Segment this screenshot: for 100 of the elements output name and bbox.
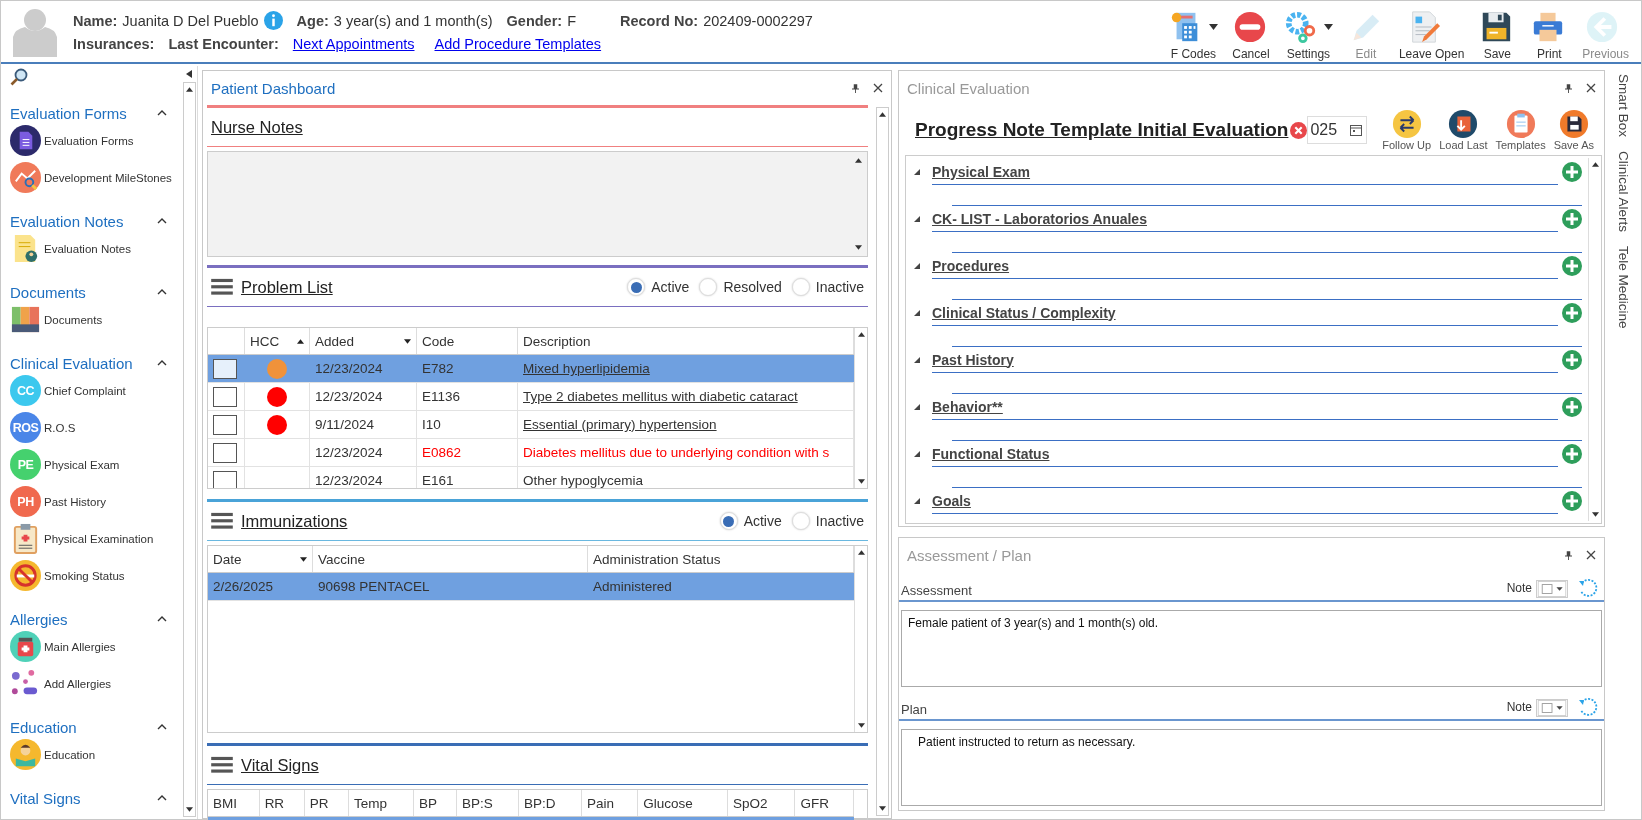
- close-icon[interactable]: [1586, 83, 1596, 93]
- toolbar-button[interactable]: Print: [1524, 9, 1575, 61]
- chevron-icon[interactable]: [157, 218, 167, 224]
- radio-option[interactable]: Resolved: [699, 278, 782, 296]
- action-button[interactable]: Load Last: [1437, 109, 1490, 151]
- link[interactable]: Mixed hyperlipidemia: [517, 354, 854, 383]
- scrollbar[interactable]: [854, 546, 867, 732]
- sidebar-item[interactable]: Evaluation Notes: [10, 230, 181, 267]
- expand-triangle-icon[interactable]: [914, 451, 920, 457]
- column-header[interactable]: HCC: [244, 328, 310, 355]
- checkbox[interactable]: [213, 470, 237, 488]
- radio-circle[interactable]: [791, 512, 810, 530]
- add-icon[interactable]: [1562, 491, 1582, 511]
- info-icon[interactable]: [263, 11, 283, 30]
- close-icon[interactable]: [873, 83, 883, 93]
- down-arrow-icon[interactable]: [185, 807, 193, 812]
- column-header[interactable]: Date: [208, 546, 313, 573]
- section-title[interactable]: Behavior**: [932, 398, 1003, 415]
- up-arrow-icon[interactable]: [1591, 162, 1599, 167]
- expand-triangle-icon[interactable]: [914, 216, 920, 222]
- caret-icon[interactable]: [404, 338, 411, 344]
- column-header[interactable]: BP:S: [456, 790, 519, 817]
- sidebar-item[interactable]: Education: [10, 736, 181, 773]
- chevron-icon[interactable]: [157, 360, 167, 366]
- refresh-icon[interactable]: [1578, 697, 1598, 717]
- down-arrow-icon[interactable]: [879, 806, 886, 811]
- up-arrow-icon[interactable]: [857, 332, 865, 337]
- section-title[interactable]: Clinical Status / Complexity: [932, 304, 1116, 321]
- checkbox[interactable]: [213, 442, 237, 463]
- caret-icon[interactable]: [1208, 23, 1218, 30]
- column-header[interactable]: Vaccine: [312, 546, 588, 573]
- table-row[interactable]: 12/23/2024 E1136 Type 2 diabetes mellitus with diabetic cataract: [208, 382, 854, 411]
- section-title[interactable]: CK- LIST - Laboratorios Anuales: [932, 210, 1147, 227]
- sidebar-item[interactable]: Evaluation Forms: [10, 122, 181, 159]
- radio-circle[interactable]: [791, 278, 810, 296]
- radio-option[interactable]: Inactive: [791, 278, 864, 296]
- text-area[interactable]: Patient instructed to return as necessary.: [901, 729, 1602, 806]
- down-arrow-icon[interactable]: [857, 723, 865, 728]
- side-tab[interactable]: Smart Box: [1615, 74, 1631, 138]
- toolbar-button[interactable]: F Codes: [1162, 9, 1224, 61]
- column-header[interactable]: Added: [309, 328, 417, 355]
- caret-icon[interactable]: [1323, 23, 1333, 30]
- toolbar-button[interactable]: Cancel: [1225, 9, 1276, 61]
- sidebar-item[interactable]: Smoking Status: [10, 557, 181, 594]
- radio-option[interactable]: Active: [627, 278, 690, 296]
- up-arrow-icon[interactable]: [879, 112, 886, 117]
- refresh-icon[interactable]: [1578, 578, 1598, 598]
- expand-triangle-icon[interactable]: [914, 169, 920, 175]
- add-icon[interactable]: [1562, 397, 1582, 417]
- table-row[interactable]: 12/23/2024 E161 Other hypoglycemia: [208, 466, 854, 488]
- menu-icon[interactable]: [211, 278, 233, 296]
- checkbox[interactable]: [213, 414, 237, 435]
- link[interactable]: Next Appointments: [292, 36, 415, 52]
- column-header[interactable]: RR: [259, 790, 305, 817]
- checkbox[interactable]: [213, 386, 237, 407]
- up-arrow-icon[interactable]: [185, 87, 193, 92]
- link[interactable]: Type 2 diabetes mellitus with diabetic cataract: [517, 382, 854, 411]
- clear-icon[interactable]: [1290, 121, 1308, 139]
- up-arrow-icon[interactable]: [855, 158, 862, 163]
- sidebar-item[interactable]: Documents: [10, 301, 181, 338]
- up-arrow-icon[interactable]: [857, 550, 865, 555]
- note-dropdown[interactable]: [1536, 699, 1568, 717]
- close-icon[interactable]: [1586, 550, 1596, 560]
- column-header[interactable]: SpO2: [727, 790, 795, 817]
- calendar-icon[interactable]: [1350, 124, 1363, 136]
- caret-icon[interactable]: [300, 556, 307, 562]
- radio-option[interactable]: Active: [719, 512, 782, 530]
- action-button[interactable]: Save As: [1551, 109, 1596, 151]
- sidebar-item[interactable]: CC Chief Complaint: [10, 372, 181, 409]
- down-arrow-icon[interactable]: [1591, 512, 1599, 517]
- expand-triangle-icon[interactable]: [914, 357, 920, 363]
- scrollbar[interactable]: [1588, 158, 1601, 521]
- radio-circle[interactable]: [627, 278, 646, 296]
- column-header[interactable]: Pain: [581, 790, 638, 817]
- toolbar-button[interactable]: Settings: [1277, 9, 1339, 61]
- section-title[interactable]: Goals: [932, 492, 971, 509]
- side-tab[interactable]: Clinical Alerts: [1615, 151, 1631, 233]
- link[interactable]: Essential (primary) hypertension: [517, 410, 854, 439]
- column-header[interactable]: Code: [416, 328, 518, 355]
- menu-icon[interactable]: [211, 512, 233, 530]
- note-dropdown[interactable]: [1536, 580, 1568, 598]
- side-tab[interactable]: Tele Medicine: [1615, 246, 1631, 329]
- pin-icon[interactable]: [1565, 83, 1572, 93]
- add-icon[interactable]: [1562, 209, 1582, 229]
- chevron-icon[interactable]: [157, 289, 167, 295]
- column-header[interactable]: Description: [517, 328, 854, 355]
- down-arrow-icon[interactable]: [855, 245, 862, 250]
- collapse-arrow-icon[interactable]: [186, 70, 192, 78]
- column-header[interactable]: GFR: [794, 790, 854, 817]
- checkbox[interactable]: [213, 358, 237, 379]
- expand-triangle-icon[interactable]: [914, 310, 920, 316]
- table-row[interactable]: 12/23/2024 E0862 Diabetes mellitus due to underlying condition with s: [208, 438, 854, 467]
- column-header[interactable]: Glucose: [637, 790, 728, 817]
- search-icon[interactable]: [10, 68, 28, 86]
- table-row[interactable]: 12/23/2024 E782 Mixed hyperlipidemia: [208, 354, 854, 383]
- toolbar-button[interactable]: Save: [1472, 9, 1523, 61]
- section-title[interactable]: Procedures: [932, 257, 1010, 274]
- sidebar-item[interactable]: Physical Examination: [10, 520, 181, 557]
- add-icon[interactable]: [1562, 303, 1582, 323]
- radio-option[interactable]: Inactive: [791, 512, 864, 530]
